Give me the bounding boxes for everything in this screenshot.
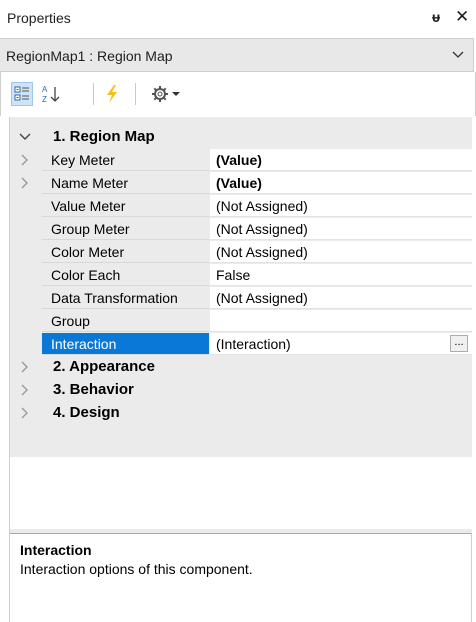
- dropdown-arrow-icon: [171, 92, 180, 96]
- property-row-interaction[interactable]: Interaction (Interaction) ...: [10, 333, 472, 355]
- chevron-right-icon[interactable]: [19, 384, 31, 396]
- category-label: 2. Appearance: [53, 358, 155, 375]
- property-row-data-transformation[interactable]: Data Transformation (Not Assigned): [10, 287, 472, 309]
- object-selector[interactable]: RegionMap1 : Region Map: [0, 38, 474, 72]
- events-button[interactable]: [101, 82, 123, 106]
- category-region-map[interactable]: 1. Region Map: [10, 126, 472, 148]
- settings-dropdown-button[interactable]: [144, 82, 186, 106]
- category-design[interactable]: 4. Design: [10, 402, 472, 424]
- category-behavior[interactable]: 3. Behavior: [10, 379, 472, 401]
- property-name: Color Each: [42, 264, 209, 286]
- chevron-right-icon[interactable]: [19, 154, 31, 166]
- lightning-icon: [107, 85, 117, 103]
- chevron-right-icon[interactable]: [19, 177, 31, 189]
- property-name: Color Meter: [42, 241, 209, 263]
- property-value[interactable]: (Not Assigned): [210, 241, 472, 263]
- description-text: Interaction options of this component.: [20, 561, 253, 577]
- property-row-name-meter[interactable]: Name Meter (Value): [10, 172, 472, 194]
- property-value[interactable]: (Value): [210, 149, 472, 171]
- property-name: Interaction: [42, 333, 209, 355]
- toolbar-separator: [93, 83, 94, 105]
- panel-titlebar: Properties ᵾ ✕: [0, 0, 476, 38]
- category-label: 1. Region Map: [53, 128, 155, 145]
- property-name: Value Meter: [42, 195, 209, 217]
- property-value[interactable]: (Not Assigned): [210, 287, 472, 309]
- property-name: Group Meter: [42, 218, 209, 240]
- svg-text:Z: Z: [42, 95, 47, 104]
- categorized-button[interactable]: [11, 82, 33, 106]
- property-row-group-meter[interactable]: Group Meter (Not Assigned): [10, 218, 472, 240]
- category-label: 3. Behavior: [53, 381, 134, 398]
- categorized-icon: [14, 86, 29, 101]
- chevron-down-icon[interactable]: [19, 131, 31, 143]
- property-value[interactable]: (Interaction) ...: [210, 333, 472, 355]
- category-label: 4. Design: [53, 404, 120, 421]
- property-name: Name Meter: [42, 172, 209, 194]
- pin-icon[interactable]: ᵾ: [432, 9, 440, 25]
- property-value[interactable]: (Not Assigned): [210, 218, 472, 240]
- property-value[interactable]: (Value): [210, 172, 472, 194]
- property-row-key-meter[interactable]: Key Meter (Value): [10, 149, 472, 171]
- chevron-right-icon[interactable]: [19, 407, 31, 419]
- property-name: Key Meter: [42, 149, 209, 171]
- property-name: Data Transformation: [42, 287, 209, 309]
- chevron-right-icon[interactable]: [19, 361, 31, 373]
- close-icon[interactable]: ✕: [455, 7, 469, 27]
- property-value[interactable]: (Not Assigned): [210, 195, 472, 217]
- property-grid: 1. Region Map Key Meter (Value) Name Met…: [10, 117, 472, 457]
- category-appearance[interactable]: 2. Appearance: [10, 356, 472, 378]
- description-pane: Interaction Interaction options of this …: [10, 533, 472, 622]
- property-row-color-each[interactable]: Color Each False: [10, 264, 472, 286]
- property-row-value-meter[interactable]: Value Meter (Not Assigned): [10, 195, 472, 217]
- property-value[interactable]: False: [210, 264, 472, 286]
- property-name: Group: [42, 310, 209, 332]
- object-selector-value: RegionMap1 : Region Map: [6, 48, 173, 64]
- toolbar-separator: [135, 83, 136, 105]
- property-row-color-meter[interactable]: Color Meter (Not Assigned): [10, 241, 472, 263]
- property-row-group[interactable]: Group: [10, 310, 472, 332]
- chevron-down-icon[interactable]: [452, 48, 464, 60]
- description-title: Interaction: [20, 542, 92, 558]
- panel-title: Properties: [7, 10, 71, 26]
- ellipsis-button[interactable]: ...: [450, 335, 468, 352]
- sort-alphabetical-icon: A Z: [42, 85, 60, 104]
- property-grid-empty-area: [10, 457, 472, 529]
- property-value[interactable]: [210, 310, 472, 332]
- svg-text:A: A: [42, 85, 48, 94]
- gear-icon: [151, 86, 168, 102]
- properties-toolbar: A Z: [0, 72, 476, 116]
- alphabetical-button[interactable]: A Z: [40, 82, 62, 106]
